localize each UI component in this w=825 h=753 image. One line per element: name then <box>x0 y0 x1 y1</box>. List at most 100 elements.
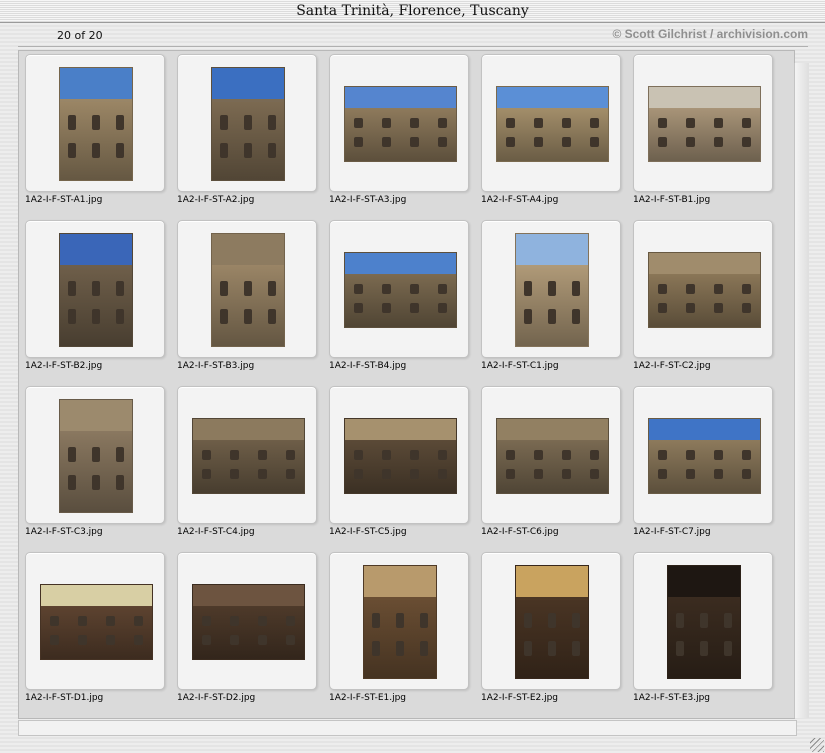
thumbnail-image[interactable] <box>515 565 589 679</box>
photo-detail <box>534 118 543 128</box>
thumbnail-frame[interactable] <box>177 552 317 690</box>
thumbnail-frame[interactable] <box>329 386 469 524</box>
photo-detail <box>382 303 391 313</box>
thumbnail-image[interactable] <box>192 418 305 494</box>
thumbnail-image[interactable] <box>515 233 589 347</box>
photo-facade-area <box>60 265 132 346</box>
photo-detail <box>548 281 556 296</box>
photo-detail <box>268 281 276 296</box>
photo-detail <box>686 118 695 128</box>
thumbnail-frame[interactable] <box>481 552 621 690</box>
horizontal-scrollbar[interactable] <box>18 720 797 736</box>
photo-sky-area <box>497 419 608 441</box>
thumbnail-frame[interactable] <box>633 386 773 524</box>
thumbnail-item[interactable]: 1A2-I-F-ST-C7.jpg <box>633 386 773 546</box>
thumbnail-image[interactable] <box>667 565 741 679</box>
thumbnail-image[interactable] <box>211 67 285 181</box>
resize-grip-icon[interactable] <box>810 738 824 752</box>
thumbnail-frame[interactable] <box>633 54 773 192</box>
thumbnail-frame[interactable] <box>25 54 165 192</box>
thumbnail-item[interactable]: 1A2-I-F-ST-A4.jpg <box>481 54 621 214</box>
photo-detail <box>590 137 599 147</box>
photo-detail <box>438 303 447 313</box>
photo-detail <box>524 641 532 656</box>
photo-detail <box>50 616 59 626</box>
photo-detail <box>410 303 419 313</box>
thumbnail-frame[interactable] <box>177 54 317 192</box>
thumbnail-filename: 1A2-I-F-ST-B3.jpg <box>177 361 255 371</box>
photo-sky-area <box>193 419 304 441</box>
thumbnail-image[interactable] <box>192 584 305 660</box>
thumbnail-image[interactable] <box>344 252 457 328</box>
thumbnail-item[interactable]: 1A2-I-F-ST-C6.jpg <box>481 386 621 546</box>
photo-facade-area <box>212 265 284 346</box>
photo-detail <box>258 469 267 479</box>
thumbnail-image[interactable] <box>59 233 133 347</box>
photo-detail <box>230 635 239 645</box>
photo-facade-area <box>649 440 760 493</box>
thumbnail-frame[interactable] <box>25 386 165 524</box>
thumbnail-image[interactable] <box>40 584 153 660</box>
thumbnail-item[interactable]: 1A2-I-F-ST-B4.jpg <box>329 220 469 380</box>
thumbnail-image[interactable] <box>59 67 133 181</box>
thumbnail-frame[interactable] <box>481 386 621 524</box>
thumbnail-frame[interactable] <box>25 220 165 358</box>
photo-detail <box>220 115 228 130</box>
thumbnail-frame[interactable] <box>481 54 621 192</box>
photo-detail <box>714 469 723 479</box>
thumbnail-item[interactable]: 1A2-I-F-ST-E3.jpg <box>633 552 773 712</box>
thumbnail-item[interactable]: 1A2-I-F-ST-A3.jpg <box>329 54 469 214</box>
photo-detail <box>106 616 115 626</box>
thumbnail-frame[interactable] <box>329 54 469 192</box>
thumbnail-frame[interactable] <box>481 220 621 358</box>
photo-detail <box>420 613 428 628</box>
photo-sky-area <box>41 585 152 607</box>
thumbnail-item[interactable]: 1A2-I-F-ST-E1.jpg <box>329 552 469 712</box>
thumbnail-item[interactable]: 1A2-I-F-ST-D2.jpg <box>177 552 317 712</box>
thumbnail-item[interactable]: 1A2-I-F-ST-C5.jpg <box>329 386 469 546</box>
thumbnail-filename: 1A2-I-F-ST-A1.jpg <box>25 195 103 205</box>
thumbnail-item[interactable]: 1A2-I-F-ST-E2.jpg <box>481 552 621 712</box>
thumbnail-item[interactable]: 1A2-I-F-ST-A1.jpg <box>25 54 165 214</box>
thumbnail-item[interactable]: 1A2-I-F-ST-B3.jpg <box>177 220 317 380</box>
thumbnail-image[interactable] <box>648 252 761 328</box>
thumbnail-image[interactable] <box>344 418 457 494</box>
thumbnail-frame[interactable] <box>177 386 317 524</box>
thumbnail-item[interactable]: 1A2-I-F-ST-C1.jpg <box>481 220 621 380</box>
thumbnail-image[interactable] <box>59 399 133 513</box>
thumbnail-item[interactable]: 1A2-I-F-ST-C2.jpg <box>633 220 773 380</box>
photo-detail <box>548 613 556 628</box>
thumbnail-filename: 1A2-I-F-ST-E1.jpg <box>329 693 407 703</box>
thumbnail-item[interactable]: 1A2-I-F-ST-B2.jpg <box>25 220 165 380</box>
photo-detail <box>354 284 363 294</box>
thumbnail-image[interactable] <box>648 86 761 162</box>
photo-detail <box>506 118 515 128</box>
thumbnail-frame[interactable] <box>633 552 773 690</box>
thumbnail-image[interactable] <box>496 418 609 494</box>
thumbnail-frame[interactable] <box>177 220 317 358</box>
thumbnail-frame[interactable] <box>633 220 773 358</box>
thumbnail-image[interactable] <box>344 86 457 162</box>
photo-facade-area <box>497 440 608 493</box>
photo-detail <box>548 641 556 656</box>
photo-detail <box>534 137 543 147</box>
thumbnail-frame[interactable] <box>329 552 469 690</box>
thumbnail-item[interactable]: 1A2-I-F-ST-C4.jpg <box>177 386 317 546</box>
thumbnail-item[interactable]: 1A2-I-F-ST-A2.jpg <box>177 54 317 214</box>
copyright-credit: © Scott Gilchrist / archivision.com <box>612 27 808 41</box>
photo-detail <box>106 635 115 645</box>
thumbnail-image[interactable] <box>363 565 437 679</box>
photo-detail <box>742 118 751 128</box>
thumbnail-item[interactable]: 1A2-I-F-ST-B1.jpg <box>633 54 773 214</box>
thumbnail-frame[interactable] <box>329 220 469 358</box>
thumbnail-item[interactable]: 1A2-I-F-ST-C3.jpg <box>25 386 165 546</box>
thumbnail-frame[interactable] <box>25 552 165 690</box>
photo-sky-area <box>60 68 132 102</box>
thumbnail-image[interactable] <box>648 418 761 494</box>
photo-detail <box>686 469 695 479</box>
thumbnail-image[interactable] <box>211 233 285 347</box>
photo-facade-area <box>668 597 740 678</box>
thumbnail-item[interactable]: 1A2-I-F-ST-D1.jpg <box>25 552 165 712</box>
thumbnail-image[interactable] <box>496 86 609 162</box>
vertical-scrollbar[interactable] <box>794 63 809 718</box>
